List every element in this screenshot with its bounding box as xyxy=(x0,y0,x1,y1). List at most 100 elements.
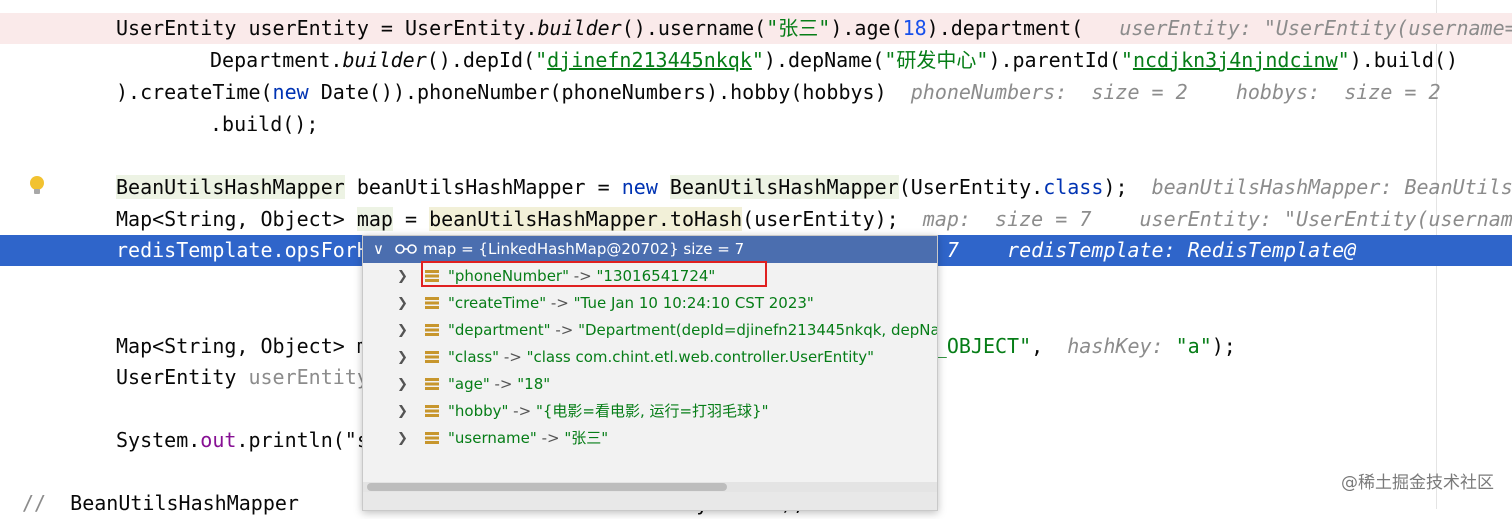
entry-text: "createTime" -> "Tue Jan 10 10:24:10 CST… xyxy=(448,290,814,317)
entry-text: "department" -> "Department(depId=djinef… xyxy=(448,317,938,344)
expand-arrow-icon[interactable]: ❯ xyxy=(397,398,408,425)
entry-arrow: -> xyxy=(489,375,518,393)
code-token: BeanUtilsHashMapper xyxy=(669,175,899,199)
expand-arrow-icon[interactable]: ❯ xyxy=(397,344,408,371)
code-line-4[interactable]: .build(); xyxy=(0,109,1512,140)
expand-arrow-icon[interactable]: ❯ xyxy=(397,425,408,452)
popup-toolbar xyxy=(363,492,937,510)
code-token: " xyxy=(1120,48,1133,72)
entry-key: "class" xyxy=(448,348,500,366)
code-line-7[interactable]: Map<String, Object> map = beanUtilsHashM… xyxy=(0,204,1512,235)
scrollbar-thumb[interactable] xyxy=(367,483,727,491)
entry-key: "age" xyxy=(448,375,490,393)
map-entry-row[interactable]: ❯ "hobby" -> "{电影=看电影, 运行=打羽毛球}" xyxy=(363,398,937,425)
popup-header[interactable]: ∨ map = {LinkedHashMap@20702} size = 7 xyxy=(363,236,937,263)
map-entry-row[interactable]: ❯ "username" -> "张三" xyxy=(363,425,937,452)
code-token: ).createTime( xyxy=(116,80,273,104)
code-token: "a" xyxy=(1175,334,1212,358)
code-token: out xyxy=(200,428,237,452)
code-line-2[interactable]: Department.builder().depId("djinefn21344… xyxy=(0,45,1512,76)
entry-text: "username" -> "张三" xyxy=(448,425,608,452)
code-text: Department.builder().depId("djinefn21344… xyxy=(210,45,1458,76)
code-token: Department. xyxy=(210,48,343,72)
field-icon xyxy=(425,405,439,417)
code-token: Map<String, Object> xyxy=(116,207,357,231)
code-line-3[interactable]: ).createTime(new Date()).phoneNumber(pho… xyxy=(0,77,1512,108)
field-icon xyxy=(425,432,439,444)
collapse-chevron-icon[interactable]: ∨ xyxy=(373,236,384,263)
code-token: ); xyxy=(1103,175,1152,199)
code-token: BeanUtilsHashMapper xyxy=(116,175,345,199)
code-token: " xyxy=(1337,48,1350,72)
code-text: Map<String, Object> map = beanUtilsHashM… xyxy=(116,204,1512,235)
field-icon xyxy=(425,324,439,336)
entry-key: "createTime" xyxy=(448,294,547,312)
code-token: .println("s xyxy=(236,428,369,452)
code-token: map: size = 7 userEntity: "UserEntity(us… xyxy=(922,207,1512,231)
code-token: System. xyxy=(116,428,201,452)
entry-value: "{电影=看电影, 运行=打羽毛球}" xyxy=(535,402,769,420)
code-token: beanUtilsHashMapper: BeanUtilsHa xyxy=(1151,175,1512,199)
entry-value: "class com.chint.etl.web.controller.User… xyxy=(526,348,875,366)
code-text: System.out.println("s xyxy=(116,425,369,456)
code-token: (UserEntity. xyxy=(898,175,1044,199)
entry-arrow: -> xyxy=(536,429,565,447)
lightbulb-icon[interactable] xyxy=(28,175,46,197)
watch-glasses-icon xyxy=(395,244,417,254)
code-token: "研发中心" xyxy=(884,48,989,72)
expand-arrow-icon[interactable]: ❯ xyxy=(397,371,408,398)
field-icon xyxy=(425,297,439,309)
code-token: UserEntity xyxy=(116,365,249,389)
entry-key: "username" xyxy=(448,429,537,447)
code-token: .build(); xyxy=(210,112,319,136)
code-token: builder xyxy=(342,48,427,72)
code-token: beanUtilsHashMapper = xyxy=(344,175,622,199)
code-token: UserEntity userEntity = UserEntity. xyxy=(116,16,538,40)
entry-arrow: -> xyxy=(499,348,527,366)
code-token: userEntity xyxy=(248,365,369,389)
entry-text: "class" -> "class com.chint.etl.web.cont… xyxy=(448,344,874,371)
code-line-5[interactable] xyxy=(0,141,1512,172)
code-line-6[interactable]: BeanUtilsHashMapper beanUtilsHashMapper … xyxy=(0,172,1512,203)
entry-key: "department" xyxy=(448,321,551,339)
entry-value: "18" xyxy=(517,375,551,393)
entry-value: "Tue Jan 10 10:24:10 CST 2023" xyxy=(573,294,814,312)
code-token: phoneNumbers: size = 2 hobbys: size = 2 xyxy=(910,80,1441,104)
code-token: ).age( xyxy=(830,16,903,40)
code-token: 18 xyxy=(902,16,927,40)
code-token: = xyxy=(392,207,430,231)
map-entry-row[interactable]: ❯ "age" -> "18" xyxy=(363,371,937,398)
code-token: builder xyxy=(537,16,622,40)
code-text: ).createTime(new Date()).phoneNumber(pho… xyxy=(116,77,1441,108)
code-token: ).department( xyxy=(926,16,1120,40)
watermark: @稀土掘金技术社区 xyxy=(1341,473,1494,493)
field-icon xyxy=(425,378,439,390)
code-text: BeanUtilsHashMapper beanUtilsHashMapper … xyxy=(116,172,1512,203)
code-token: new xyxy=(272,80,309,104)
highlight-annotation-box xyxy=(421,261,767,287)
code-token: // xyxy=(22,491,47,515)
code-token: new xyxy=(621,175,658,199)
entry-key: "hobby" xyxy=(448,402,509,420)
entry-arrow: -> xyxy=(550,321,579,339)
expand-arrow-icon[interactable]: ❯ xyxy=(397,290,408,317)
map-entry-row[interactable]: ❯ "createTime" -> "Tue Jan 10 10:24:10 CS… xyxy=(363,290,937,317)
horizontal-scrollbar[interactable] xyxy=(363,482,937,492)
map-entry-row[interactable]: ❯ "department" -> "Department(depId=djine… xyxy=(363,317,937,344)
code-token: ).build() xyxy=(1349,48,1459,72)
code-line-1[interactable]: UserEntity userEntity = UserEntity.build… xyxy=(0,13,1512,44)
map-entry-row[interactable]: ❯ "class" -> "class com.chint.etl.web.con… xyxy=(363,344,937,371)
code-token: " xyxy=(535,48,548,72)
field-icon xyxy=(425,351,439,363)
code-token: ncdjkn3j4njndcinw xyxy=(1132,48,1338,72)
code-token: ().username( xyxy=(621,16,767,40)
code-token: Date()).phoneNumber(phoneNumbers).hobby(… xyxy=(308,80,911,104)
entry-text: "age" -> "18" xyxy=(448,371,550,398)
code-token: redisTemplate xyxy=(116,238,273,262)
expand-arrow-icon[interactable]: ❯ xyxy=(397,263,408,290)
entry-value: "Department(depId=djinefn213445nkqk, dep… xyxy=(578,321,938,339)
code-token: ).parentId( xyxy=(988,48,1121,72)
code-token: ); xyxy=(1211,334,1236,358)
expand-arrow-icon[interactable]: ❯ xyxy=(397,317,408,344)
